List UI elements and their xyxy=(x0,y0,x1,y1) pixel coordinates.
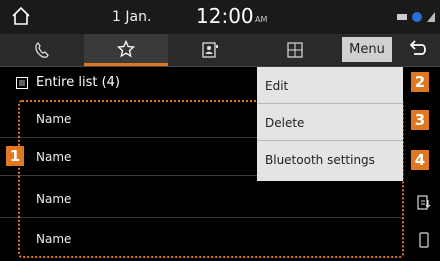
menu-item-delete[interactable]: Delete xyxy=(257,104,403,141)
menu-popup: Edit Delete Bluetooth settings xyxy=(257,67,403,181)
tab-contacts[interactable] xyxy=(168,34,252,66)
menu-item-label: Delete xyxy=(265,116,305,130)
menu-item-label: Bluetooth settings xyxy=(265,153,375,167)
favorites-star-icon xyxy=(117,39,135,57)
tab-keypad[interactable] xyxy=(252,34,338,66)
home-icon[interactable] xyxy=(10,5,32,27)
list-header: Entire list (4) xyxy=(16,75,120,90)
status-bar: 1 Jan. 12:00 AM xyxy=(0,0,440,34)
callout-badge: 3 xyxy=(411,110,429,130)
phone-favorites-screen: 1 Jan. 12:00 AM Menu Entire list (4) Nam… xyxy=(0,0,440,261)
status-ampm: AM xyxy=(255,15,268,24)
keypad-icon xyxy=(287,42,303,58)
back-icon[interactable] xyxy=(404,38,430,62)
tab-bar: Menu xyxy=(0,34,440,67)
phone-device-icon[interactable] xyxy=(416,232,432,248)
list-icon xyxy=(16,76,28,89)
menu-button[interactable]: Menu xyxy=(342,37,392,62)
status-time: 12:00 xyxy=(196,4,254,28)
download-contacts-icon[interactable] xyxy=(416,195,432,211)
contacts-icon xyxy=(202,42,218,58)
menu-item-bluetooth-settings[interactable]: Bluetooth settings xyxy=(257,141,403,178)
menu-item-label: Edit xyxy=(265,79,289,93)
menu-item-edit[interactable]: Edit xyxy=(257,67,403,104)
status-icons xyxy=(397,12,435,22)
callout-badge: 4 xyxy=(411,150,429,170)
callout-badge: 1 xyxy=(6,146,24,166)
call-history-icon xyxy=(35,42,49,58)
status-date: 1 Jan. xyxy=(112,9,152,25)
list-header-label: Entire list (4) xyxy=(36,75,120,90)
tab-call-history[interactable] xyxy=(0,34,84,66)
tab-favorites[interactable] xyxy=(84,34,168,66)
callout-badge: 2 xyxy=(411,72,429,92)
